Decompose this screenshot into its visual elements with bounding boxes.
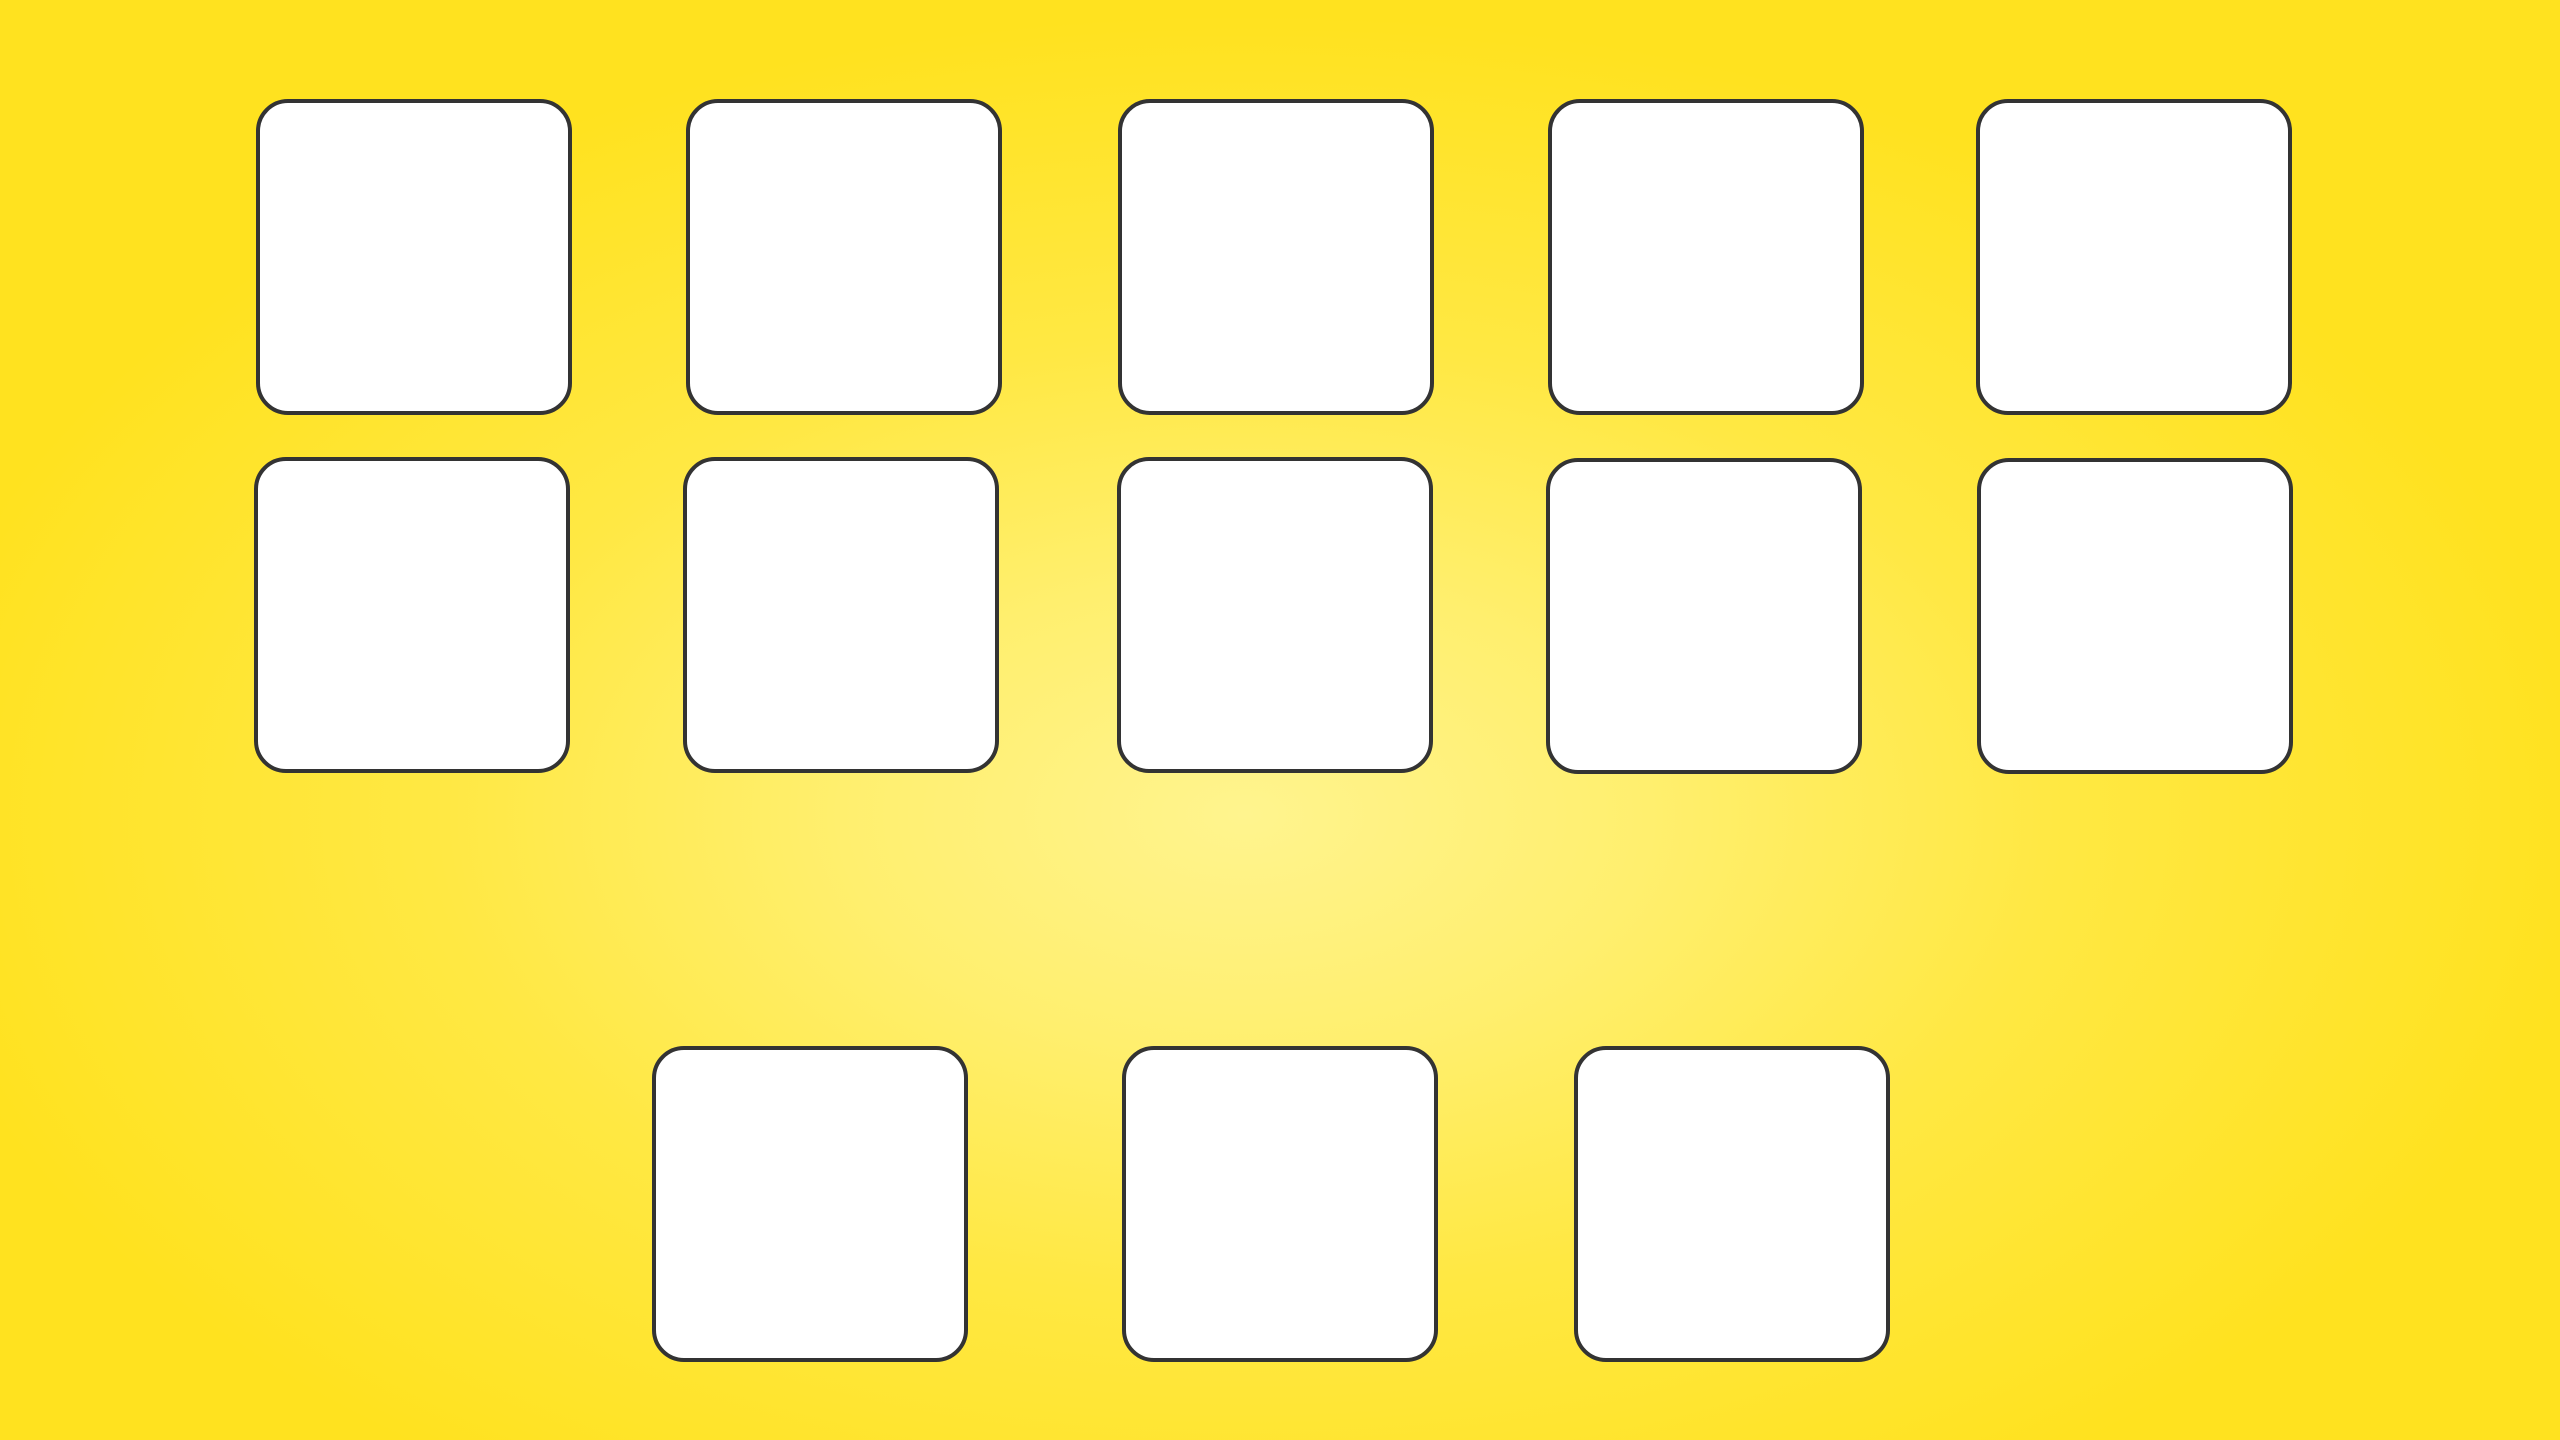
memory-card[interactable] bbox=[1977, 458, 2293, 774]
memory-card[interactable] bbox=[1118, 99, 1434, 415]
memory-card[interactable] bbox=[1548, 99, 1864, 415]
card-face bbox=[1980, 103, 2288, 411]
card-face bbox=[1981, 462, 2289, 770]
tray-card[interactable] bbox=[1122, 1046, 1438, 1362]
memory-card[interactable] bbox=[1117, 457, 1433, 773]
memory-card[interactable] bbox=[256, 99, 572, 415]
card-face bbox=[690, 103, 998, 411]
card-face bbox=[1578, 1050, 1886, 1358]
memory-card[interactable] bbox=[683, 457, 999, 773]
memory-card[interactable] bbox=[1546, 458, 1862, 774]
memory-card[interactable] bbox=[1976, 99, 2292, 415]
card-face bbox=[258, 461, 566, 769]
card-face bbox=[1122, 103, 1430, 411]
card-face bbox=[1126, 1050, 1434, 1358]
memory-card[interactable] bbox=[254, 457, 570, 773]
tray-card[interactable] bbox=[652, 1046, 968, 1362]
tray-card[interactable] bbox=[1574, 1046, 1890, 1362]
card-face bbox=[1121, 461, 1429, 769]
card-face bbox=[1552, 103, 1860, 411]
card-face bbox=[1550, 462, 1858, 770]
card-face bbox=[656, 1050, 964, 1358]
card-face bbox=[687, 461, 995, 769]
memory-card[interactable] bbox=[686, 99, 1002, 415]
card-face bbox=[260, 103, 568, 411]
game-board bbox=[0, 0, 2560, 1440]
